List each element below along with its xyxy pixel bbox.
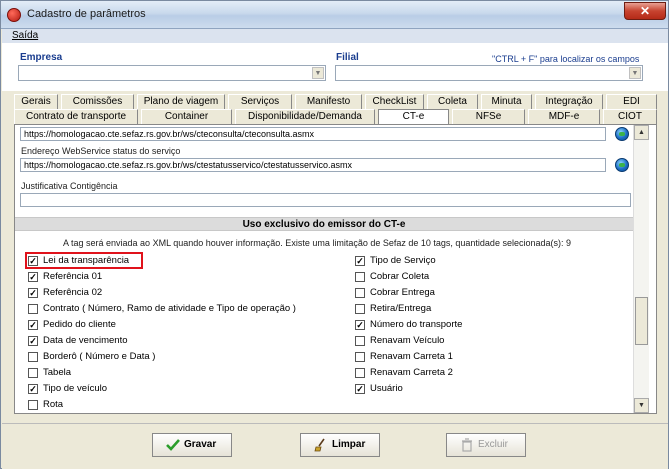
checkbox-label: Renavam Veículo xyxy=(370,335,445,346)
checked-checkbox[interactable]: ✓ xyxy=(28,320,38,330)
globe-icon[interactable] xyxy=(615,127,629,141)
tabs-row-2: Contrato de transporte Container Disponi… xyxy=(14,109,657,125)
checkbox-label: Pedido do cliente xyxy=(43,319,116,330)
tab-edi[interactable]: EDI xyxy=(606,94,657,109)
checked-checkbox[interactable]: ✓ xyxy=(28,336,38,346)
tab-disponibilidade-demanda[interactable]: Disponibilidade/Demanda xyxy=(235,109,375,124)
excluir-label: Excluir xyxy=(478,439,509,450)
checkbox-label: Retira/Entrega xyxy=(370,303,432,314)
tab-cte[interactable]: CT-e xyxy=(378,109,449,125)
tabs-row-1: Gerais Comissões Plano de viagem Serviço… xyxy=(14,94,657,110)
trash-icon xyxy=(462,438,472,452)
empresa-combo[interactable]: ▼ xyxy=(18,65,326,81)
scroll-down-arrow-icon[interactable]: ▼ xyxy=(634,398,649,413)
chevron-down-icon[interactable]: ▼ xyxy=(629,67,641,79)
checked-checkbox[interactable]: ✓ xyxy=(355,320,365,330)
checkbox-label: Rota xyxy=(43,399,64,410)
filial-combo[interactable]: ▼ xyxy=(335,65,643,81)
parameters-window: Cadastro de parâmetros ✕ Saída Empresa F… xyxy=(0,0,669,469)
unchecked-checkbox[interactable] xyxy=(355,368,365,378)
unchecked-checkbox[interactable] xyxy=(28,352,38,362)
tab-ciot[interactable]: CIOT xyxy=(603,109,657,124)
checkbox-label: Usuário xyxy=(370,383,403,394)
tab-integracao[interactable]: Integração xyxy=(535,94,603,109)
limpar-label: Limpar xyxy=(332,439,366,450)
title-bar: Cadastro de parâmetros ✕ xyxy=(1,1,668,29)
tab-plano-de-viagem[interactable]: Plano de viagem xyxy=(137,94,225,109)
checkmark-icon xyxy=(166,439,180,451)
menu-bar: Saída xyxy=(2,29,668,43)
checkbox-label: Número do transporte xyxy=(370,319,463,330)
checkbox-label: Referência 01 xyxy=(43,271,103,282)
globe-icon[interactable] xyxy=(615,158,629,172)
consulta-url-field[interactable]: https://homologacao.cte.sefaz.rs.gov.br/… xyxy=(20,127,606,141)
unchecked-checkbox[interactable] xyxy=(28,368,38,378)
checkbox-label: Lei da transparência xyxy=(43,255,130,266)
close-button[interactable]: ✕ xyxy=(624,2,666,20)
checkbox-label: Tabela xyxy=(43,367,71,378)
justificativa-field[interactable] xyxy=(20,193,631,207)
tab-contrato-de-transporte[interactable]: Contrato de transporte xyxy=(14,109,138,124)
checkbox-label: Referência 02 xyxy=(43,287,103,298)
scroll-up-arrow-icon[interactable]: ▲ xyxy=(634,125,649,140)
unchecked-checkbox[interactable] xyxy=(28,400,38,410)
scroll-thumb[interactable] xyxy=(635,297,648,345)
checked-checkbox[interactable]: ✓ xyxy=(355,384,365,394)
checkbox-label: Renavam Carreta 1 xyxy=(370,351,453,362)
chevron-down-icon[interactable]: ▼ xyxy=(312,67,324,79)
app-icon xyxy=(7,8,21,22)
checkbox-label: Tipo de veículo xyxy=(43,383,108,394)
section-header: Uso exclusivo do emissor do CT-e xyxy=(15,217,633,231)
unchecked-checkbox[interactable] xyxy=(355,288,365,298)
checkbox-label: Cobrar Entrega xyxy=(370,287,435,298)
unchecked-checkbox[interactable] xyxy=(28,304,38,314)
checked-checkbox[interactable]: ✓ xyxy=(28,272,38,282)
checkbox-label: Borderô ( Número e Data ) xyxy=(43,351,156,362)
tab-nfse[interactable]: NFSe xyxy=(452,109,525,124)
menu-saida[interactable]: Saída xyxy=(12,30,38,41)
checked-checkbox[interactable]: ✓ xyxy=(28,288,38,298)
limpar-button[interactable]: Limpar xyxy=(300,433,380,457)
justificativa-label: Justificativa Contigência xyxy=(21,181,118,191)
unchecked-checkbox[interactable] xyxy=(355,304,365,314)
cte-tab-content: https://homologacao.cte.sefaz.rs.gov.br/… xyxy=(14,124,657,414)
checkbox-label: Cobrar Coleta xyxy=(370,271,430,282)
status-url-field[interactable]: https://homologacao.cte.sefaz.rs.gov.br/… xyxy=(20,158,606,172)
search-hint: "CTRL + F" para localizar os campos xyxy=(492,54,640,64)
gravar-button[interactable]: Gravar xyxy=(152,433,232,457)
tab-minuta[interactable]: Minuta xyxy=(481,94,532,109)
filial-label: Filial xyxy=(336,52,359,63)
tab-container[interactable]: Container xyxy=(141,109,232,124)
unchecked-checkbox[interactable] xyxy=(355,352,365,362)
checkbox-label: Contrato ( Número, Ramo de atividade e T… xyxy=(43,303,296,314)
button-bar: Gravar Limpar Excluir xyxy=(2,423,668,469)
checkbox-label: Data de vencimento xyxy=(43,335,128,346)
checked-checkbox[interactable]: ✓ xyxy=(28,256,38,266)
tab-comissoes[interactable]: Comissões xyxy=(61,94,134,109)
tab-coleta[interactable]: Coleta xyxy=(427,94,478,109)
empresa-label: Empresa xyxy=(20,52,63,63)
checkbox-label: Tipo de Serviço xyxy=(370,255,436,266)
checked-checkbox[interactable]: ✓ xyxy=(355,256,365,266)
unchecked-checkbox[interactable] xyxy=(355,272,365,282)
checked-checkbox[interactable]: ✓ xyxy=(28,384,38,394)
unchecked-checkbox[interactable] xyxy=(355,336,365,346)
tab-checklist[interactable]: CheckList xyxy=(365,94,424,109)
status-url-label: Endereço WebService status do serviço xyxy=(21,146,181,156)
tab-servicos[interactable]: Serviços xyxy=(228,94,292,109)
checkbox-label: Renavam Carreta 2 xyxy=(370,367,453,378)
tab-manifesto[interactable]: Manifesto xyxy=(295,94,362,109)
vertical-scrollbar[interactable]: ▲ ▼ xyxy=(633,125,649,413)
excluir-button[interactable]: Excluir xyxy=(446,433,526,457)
gravar-label: Gravar xyxy=(184,439,217,450)
tag-info-text: A tag será enviada ao XML quando houver … xyxy=(63,238,571,248)
broom-icon xyxy=(314,438,325,452)
tab-gerais[interactable]: Gerais xyxy=(14,94,58,109)
tab-mdfe[interactable]: MDF-e xyxy=(528,109,600,124)
window-title: Cadastro de parâmetros xyxy=(27,8,146,20)
